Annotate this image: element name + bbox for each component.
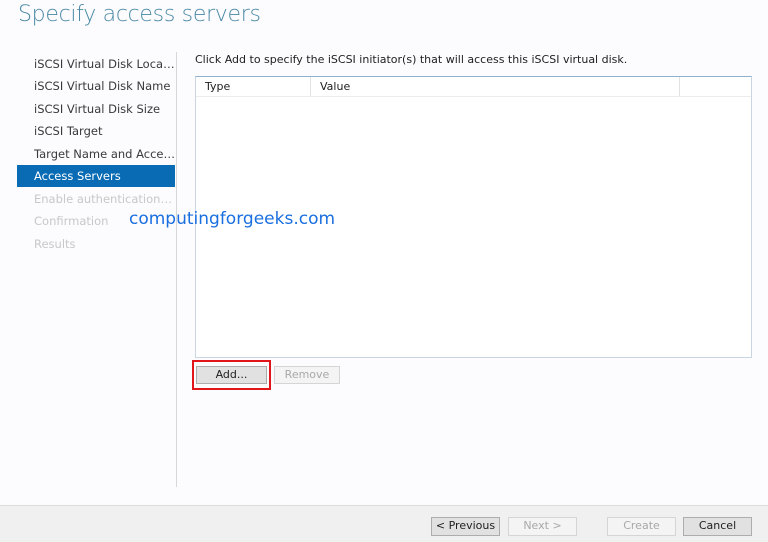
remove-button: Remove: [274, 366, 340, 384]
nav-item-target-name-access[interactable]: Target Name and Access: [17, 143, 175, 165]
next-button: Next >: [508, 517, 577, 536]
previous-button[interactable]: < Previous: [431, 517, 500, 536]
nav-item-disk-size[interactable]: iSCSI Virtual Disk Size: [17, 98, 175, 120]
nav-item-results: Results: [34, 237, 76, 251]
page-title: Specify access servers: [18, 2, 261, 27]
nav-item-enable-authentication: Enable authentication ser...: [34, 192, 175, 206]
create-button: Create: [607, 517, 676, 536]
column-header-empty: [680, 77, 751, 97]
column-header-type[interactable]: Type: [196, 77, 311, 97]
column-header-value[interactable]: Value: [311, 77, 680, 97]
nav-item-iscsi-target[interactable]: iSCSI Target: [17, 120, 175, 142]
add-button[interactable]: Add...: [196, 366, 267, 384]
nav-divider: [176, 52, 177, 487]
cancel-button[interactable]: Cancel: [683, 517, 752, 536]
instruction-text: Click Add to specify the iSCSI initiator…: [195, 53, 628, 66]
nav-item-disk-location[interactable]: iSCSI Virtual Disk Location: [17, 53, 175, 75]
nav-item-access-servers[interactable]: Access Servers: [17, 165, 175, 187]
nav-item-disk-name[interactable]: iSCSI Virtual Disk Name: [17, 75, 175, 97]
watermark: computingforgeeks.com: [129, 209, 336, 229]
